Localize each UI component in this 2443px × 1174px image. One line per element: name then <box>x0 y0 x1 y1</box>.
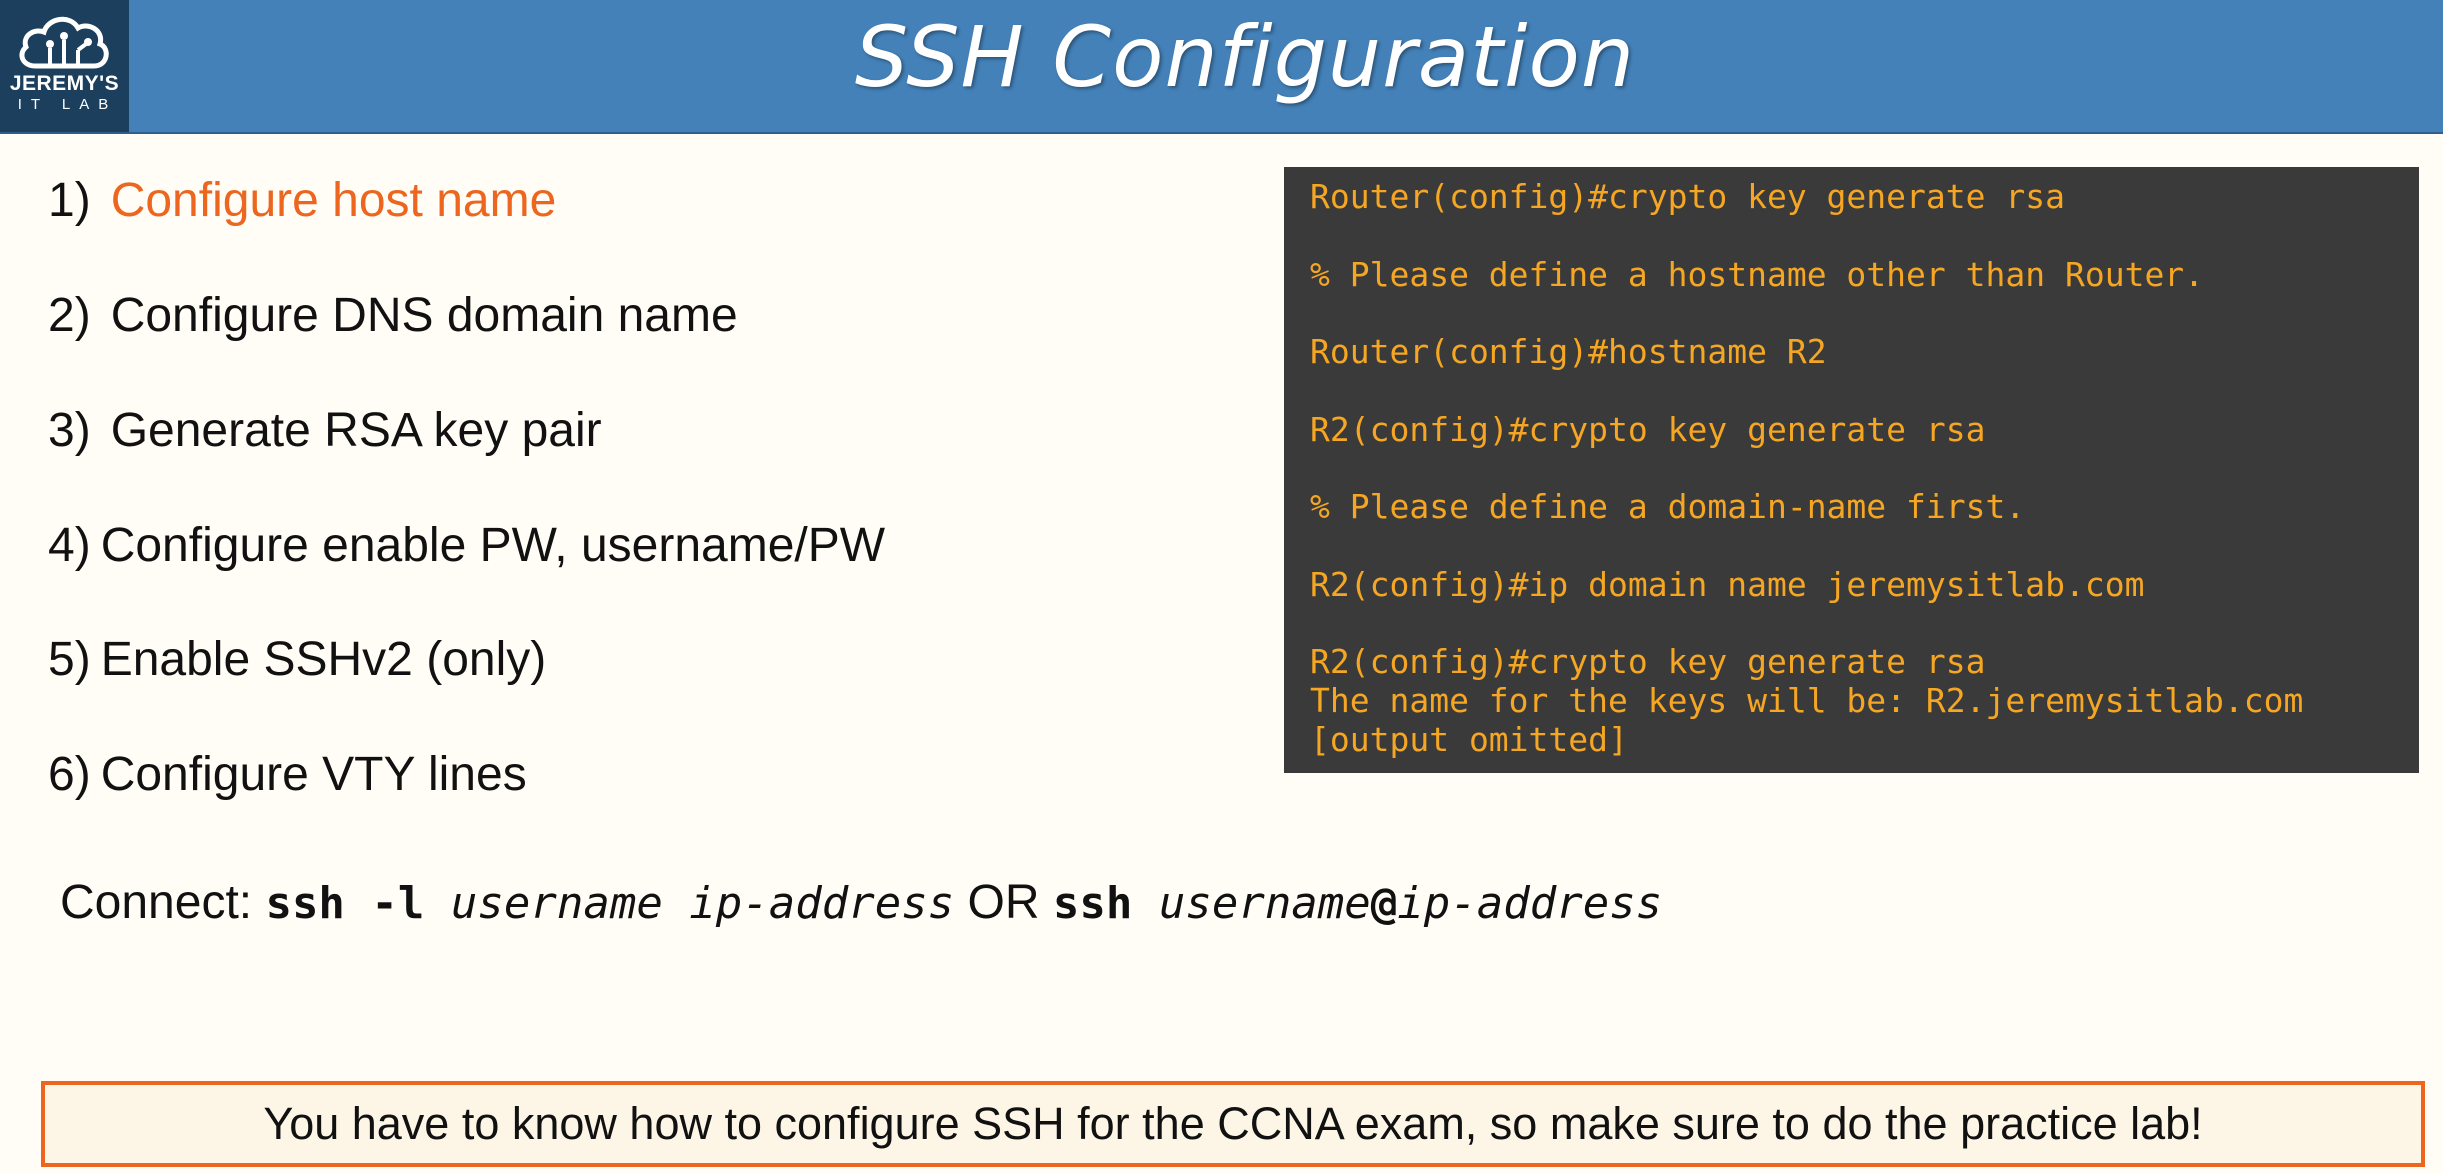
connect-command-line: Connect: ssh -l username ip-address OR s… <box>60 875 1662 930</box>
step-text: Configure enable PW, username/PW <box>100 519 886 572</box>
step-number: 5) <box>48 633 91 686</box>
at-symbol: @ <box>1370 878 1398 929</box>
step-number: 1) <box>48 174 91 227</box>
terminal-line: The name for the keys will be: R2.jeremy… <box>1310 681 2304 720</box>
ssh-arguments: username ip-address <box>450 878 955 929</box>
header-bar: JEREMY'S IT LAB SSH Configuration <box>0 0 2443 134</box>
ssh-command: ssh <box>1052 878 1159 929</box>
step-number: 3) <box>48 404 91 457</box>
exam-tip-callout: You have to know how to configure SSH fo… <box>41 1081 2425 1167</box>
terminal-line: % Please define a domain-name first. <box>1310 487 2026 526</box>
step-text: Enable SSHv2 (only) <box>100 633 547 686</box>
step-number: 4) <box>48 519 91 572</box>
terminal-line: Router(config)#crypto key generate rsa <box>1310 177 2065 216</box>
step-1: 1) Configure host name <box>48 173 556 228</box>
step-text: Generate RSA key pair <box>110 404 602 457</box>
connect-label: Connect: <box>60 876 266 929</box>
step-number: 6) <box>48 748 91 801</box>
terminal-line: Router(config)#hostname R2 <box>1310 332 1827 371</box>
step-text: Configure VTY lines <box>100 748 527 801</box>
step-number: 2) <box>48 289 91 342</box>
step-2: 2) Configure DNS domain name <box>48 288 738 343</box>
terminal-output: Router(config)#crypto key generate rsa %… <box>1284 167 2419 773</box>
step-text: Configure DNS domain name <box>110 289 738 342</box>
terminal-line: R2(config)#crypto key generate rsa <box>1310 642 1986 681</box>
step-3: 3) Generate RSA key pair <box>48 403 602 458</box>
terminal-line: R2(config)#ip domain name jeremysitlab.c… <box>1310 565 2145 604</box>
terminal-line: [output omitted] <box>1310 720 1628 759</box>
step-text: Configure host name <box>110 174 557 227</box>
terminal-line: R2(config)#crypto key generate rsa <box>1310 410 1986 449</box>
step-4: 4) Configure enable PW, username/PW <box>48 518 885 573</box>
step-5: 5) Enable SSHv2 (only) <box>48 632 546 687</box>
or-separator: OR <box>954 876 1053 929</box>
ssh-ip-address: ip-address <box>1397 878 1663 929</box>
terminal-line: % Please define a hostname other than Ro… <box>1310 255 2205 294</box>
page-title: SSH Configuration <box>854 8 1636 106</box>
step-6: 6) Configure VTY lines <box>48 747 527 802</box>
ssh-command: ssh -l <box>265 878 451 929</box>
ssh-username: username <box>1158 878 1371 929</box>
